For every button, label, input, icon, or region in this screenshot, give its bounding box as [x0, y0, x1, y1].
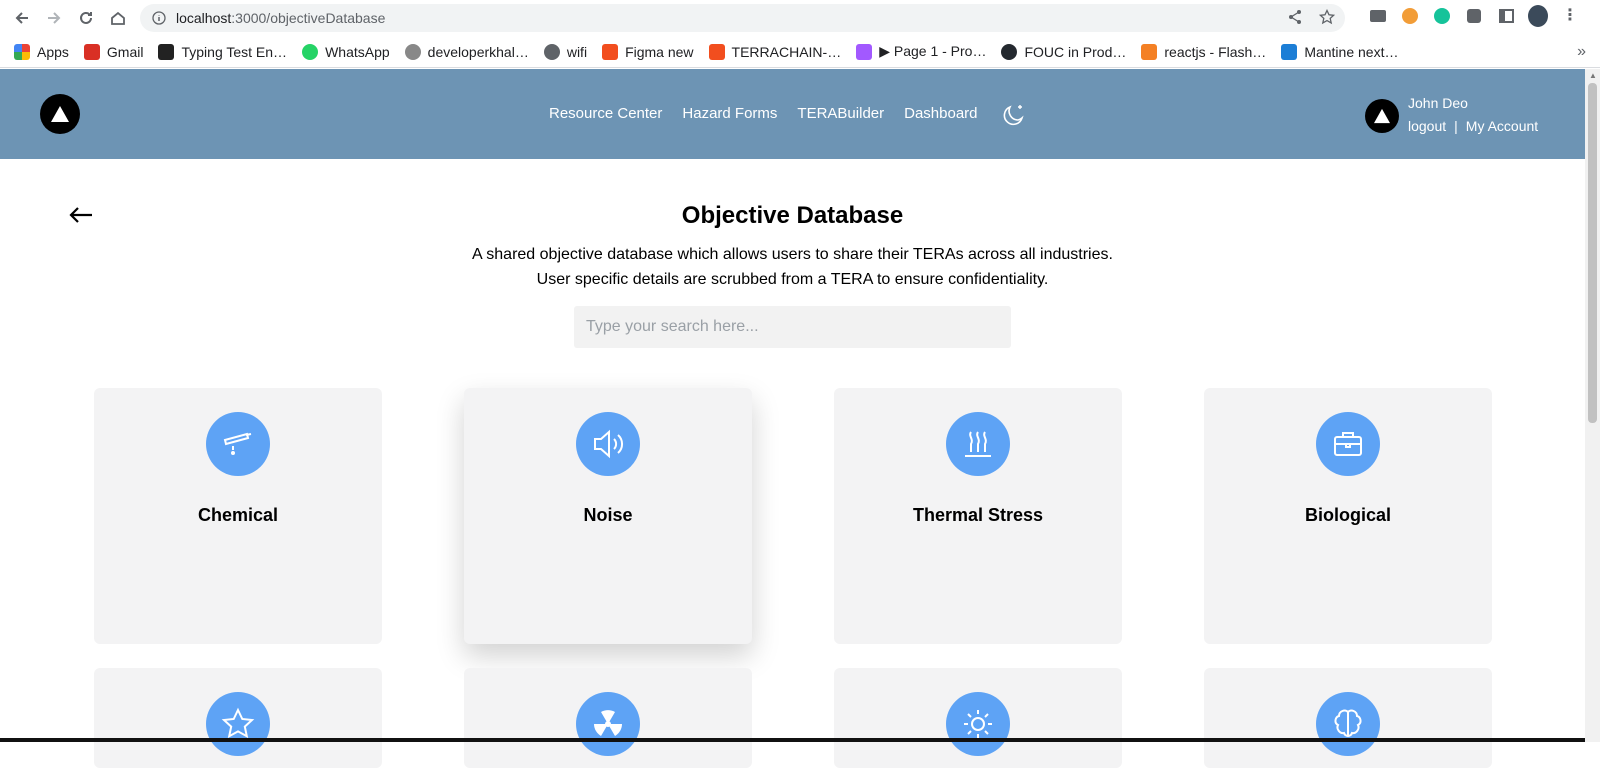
developer-icon: [404, 43, 421, 60]
typing-test-icon: [158, 43, 175, 60]
speaker-icon: [576, 412, 640, 476]
nav-hazard-forms[interactable]: Hazard Forms: [682, 105, 777, 122]
browser-toolbar: localhost:3000/objectiveDatabase ⋮: [0, 0, 1600, 36]
bookmark-terrachain[interactable]: TERRACHAIN-…: [708, 43, 842, 60]
bookmark-developerkhal[interactable]: developerkhal…: [404, 43, 529, 60]
category-card-psychosocial[interactable]: [1204, 668, 1492, 768]
my-account-link[interactable]: My Account: [1466, 118, 1538, 134]
nav-dashboard[interactable]: Dashboard: [904, 105, 977, 122]
stackoverflow-icon: [1141, 43, 1158, 60]
category-card-radiation[interactable]: [464, 668, 752, 768]
card-label: Chemical: [197, 505, 279, 525]
bookmark-label: reactjs - Flash…: [1164, 43, 1267, 60]
bookmark-label: Apps: [37, 43, 69, 60]
bookmark-label: TERRACHAIN-…: [731, 43, 842, 60]
forward-nav-icon[interactable]: [38, 2, 70, 34]
app-logo[interactable]: [40, 94, 80, 134]
url-text: localhost:3000/objectiveDatabase: [176, 10, 385, 26]
category-card-biological[interactable]: Biological: [1204, 388, 1492, 644]
main-nav: Resource Center Hazard Forms TERABuilder…: [549, 105, 978, 122]
profile-avatar-icon[interactable]: [1528, 5, 1548, 27]
bookmark-label: ▶ Page 1 - Pro…: [879, 43, 987, 59]
gmail-icon: [83, 43, 100, 60]
test-tube-icon: [206, 412, 270, 476]
logout-link[interactable]: logout: [1408, 118, 1446, 134]
bookmark-mantine[interactable]: Mantine next…: [1281, 43, 1399, 60]
bookmark-reactjs[interactable]: reactjs - Flash…: [1141, 43, 1267, 60]
bookmark-apps[interactable]: Apps: [14, 43, 69, 60]
figma-icon: [856, 43, 873, 60]
search-input[interactable]: [574, 306, 1011, 348]
user-name: John Deo: [1408, 95, 1468, 111]
figma-icon: [708, 43, 725, 60]
bookmark-label: Typing Test En…: [181, 43, 288, 60]
share-icon[interactable]: [1287, 9, 1303, 25]
bookmarks-overflow-button[interactable]: »: [1577, 43, 1586, 61]
side-panel-icon[interactable]: [1496, 6, 1516, 26]
scrollbar-thumb[interactable]: [1588, 83, 1597, 423]
dark-mode-toggle-icon[interactable]: [1000, 100, 1028, 128]
info-icon[interactable]: [152, 11, 166, 25]
address-bar[interactable]: localhost:3000/objectiveDatabase: [140, 4, 1345, 32]
back-nav-icon[interactable]: [6, 2, 38, 34]
bookmark-gmail[interactable]: Gmail: [83, 43, 144, 60]
bookmark-label: wifi: [566, 43, 588, 60]
bookmark-star-icon[interactable]: [1319, 9, 1335, 25]
bookmark-wifi[interactable]: wifi: [543, 43, 588, 60]
category-card-thermal-stress[interactable]: Thermal Stress: [834, 388, 1122, 644]
category-card-noise[interactable]: Noise: [464, 388, 752, 644]
card-label: Biological: [1304, 505, 1391, 525]
bookmark-figma-new[interactable]: Figma new: [602, 43, 694, 60]
puzzle-extensions-icon[interactable]: [1464, 6, 1484, 26]
bookmark-label: WhatsApp: [325, 43, 390, 60]
nav-resource-center[interactable]: Resource Center: [549, 105, 662, 122]
brain-icon: [1316, 692, 1380, 756]
sun-icon: [946, 692, 1010, 756]
heat-icon: [946, 412, 1010, 476]
category-card-chemical[interactable]: Chemical: [94, 388, 382, 644]
category-card-sunlight[interactable]: [834, 668, 1122, 768]
url-host: localhost: [176, 10, 232, 26]
page-scrollbar[interactable]: ▲: [1585, 69, 1600, 742]
nav-terabuilder[interactable]: TERABuilder: [797, 105, 884, 122]
card-label: Thermal Stress: [912, 505, 1044, 525]
sync-extension-icon[interactable]: [1432, 6, 1452, 26]
grammarly-extension-icon[interactable]: [1400, 6, 1420, 26]
globe-icon: [543, 43, 560, 60]
user-links: logout | My Account: [1408, 118, 1538, 134]
bookmark-label: FOUC in Prod…: [1024, 43, 1127, 60]
page-title: Objective Database: [681, 202, 904, 229]
figma-icon: [602, 43, 619, 60]
bottom-edge: [0, 738, 1585, 742]
apps-grid-icon: [14, 43, 30, 60]
star-icon: [206, 692, 270, 756]
home-icon[interactable]: [102, 2, 134, 34]
bookmark-label: Mantine next…: [1304, 43, 1399, 60]
user-avatar[interactable]: [1365, 99, 1399, 133]
page-description: A shared objective database which allows…: [472, 246, 1113, 288]
extension-icon[interactable]: [1368, 6, 1388, 26]
radiation-icon: [576, 692, 640, 756]
bookmark-label: Gmail: [106, 43, 144, 60]
bookmark-fouc[interactable]: FOUC in Prod…: [1001, 43, 1127, 60]
scroll-up-arrow-icon[interactable]: ▲: [1589, 71, 1597, 80]
bookmark-whatsapp[interactable]: WhatsApp: [302, 43, 390, 60]
kebab-menu-icon[interactable]: ⋮: [1560, 6, 1580, 26]
bookmark-label: developerkhal…: [427, 43, 529, 60]
github-icon: [1001, 43, 1018, 60]
bookmark-typing-test[interactable]: Typing Test En…: [158, 43, 288, 60]
react-icon: [1281, 43, 1298, 60]
app-header: Resource Center Hazard Forms TERABuilder…: [0, 69, 1585, 159]
bookmark-label: Figma new: [625, 43, 694, 60]
bookmark-page1[interactable]: ▶ Page 1 - Pro…: [856, 43, 986, 60]
reload-icon[interactable]: [70, 2, 102, 34]
whatsapp-icon: [302, 43, 319, 60]
card-label: Noise: [583, 505, 633, 525]
category-card-favorites[interactable]: [94, 668, 382, 768]
url-path: :3000/objectiveDatabase: [231, 10, 386, 26]
separator: |: [1454, 118, 1458, 134]
briefcase-icon: [1316, 412, 1380, 476]
bookmarks-bar: Apps Gmail Typing Test En… WhatsApp deve…: [0, 36, 1600, 68]
